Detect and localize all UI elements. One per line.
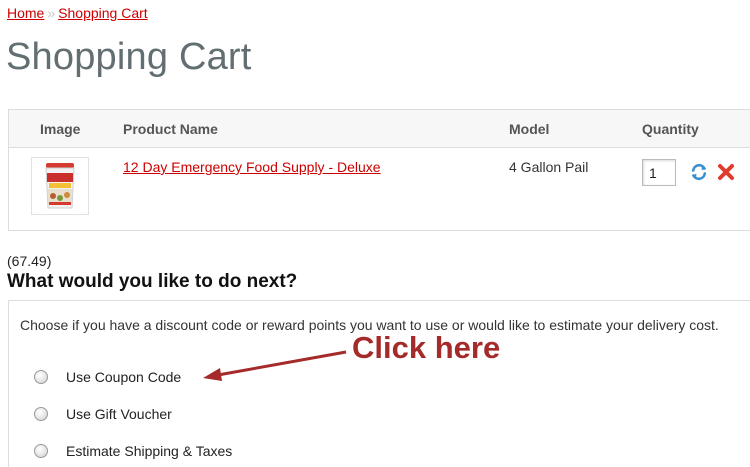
next-steps-heading: What would you like to do next?: [7, 271, 298, 292]
product-thumbnail[interactable]: [31, 157, 89, 215]
cart-total-note: (67.49): [7, 253, 52, 269]
column-header-image: Image: [40, 121, 81, 137]
product-model: 4 Gallon Pail: [509, 159, 589, 175]
refresh-icon[interactable]: [689, 162, 709, 182]
voucher-radio[interactable]: [34, 407, 48, 421]
cart-table-header: Image Product Name Model Quantity: [9, 110, 750, 148]
voucher-radio-label[interactable]: Use Gift Voucher: [66, 406, 172, 422]
page-title: Shopping Cart: [6, 36, 252, 78]
breadcrumb-current-link[interactable]: Shopping Cart: [58, 5, 148, 21]
shopping-cart-page: Home» Shopping Cart Shopping Cart Image P…: [0, 0, 750, 467]
cart-table: Image Product Name Model Quantity 12 Day…: [8, 109, 750, 231]
next-options-panel: Choose if you have a discount code or re…: [8, 300, 750, 467]
coupon-radio-label[interactable]: Use Coupon Code: [66, 369, 181, 385]
remove-icon[interactable]: [716, 162, 736, 182]
breadcrumb-home-link[interactable]: Home: [7, 5, 44, 21]
breadcrumb: Home» Shopping Cart: [7, 5, 148, 21]
annotation-click-here: Click here: [352, 330, 501, 365]
shipping-radio[interactable]: [34, 444, 48, 458]
column-header-model: Model: [509, 121, 550, 137]
product-name-link[interactable]: 12 Day Emergency Food Supply - Deluxe: [123, 159, 381, 175]
column-header-quantity: Quantity: [642, 121, 699, 137]
column-header-product-name: Product Name: [123, 121, 218, 137]
shipping-radio-label[interactable]: Estimate Shipping & Taxes: [66, 443, 232, 459]
breadcrumb-separator: »: [47, 5, 56, 21]
annotation-arrow-icon: [203, 350, 347, 381]
quantity-input[interactable]: [642, 159, 676, 186]
coupon-radio[interactable]: [34, 370, 48, 384]
